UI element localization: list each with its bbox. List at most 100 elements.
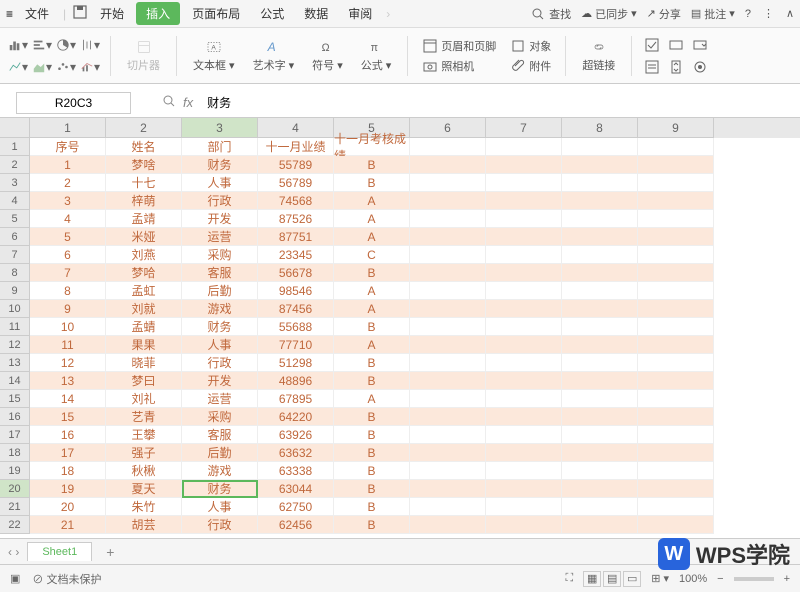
- cell[interactable]: 64220: [258, 408, 334, 426]
- cell[interactable]: 12: [30, 354, 106, 372]
- cell[interactable]: [638, 246, 714, 264]
- cell[interactable]: 74568: [258, 192, 334, 210]
- cell[interactable]: [638, 174, 714, 192]
- cell[interactable]: [486, 444, 562, 462]
- cell[interactable]: 67895: [258, 390, 334, 408]
- cell[interactable]: 人事: [182, 498, 258, 516]
- cell[interactable]: [486, 336, 562, 354]
- cell[interactable]: 16: [30, 426, 106, 444]
- cell[interactable]: 梦曰: [106, 372, 182, 390]
- row-header[interactable]: 20: [0, 480, 30, 498]
- combo-control-icon[interactable]: [690, 35, 710, 55]
- zoom-out-button[interactable]: −: [717, 573, 723, 585]
- cell[interactable]: 后勤: [182, 444, 258, 462]
- cell[interactable]: [410, 516, 486, 534]
- cell[interactable]: 5: [30, 228, 106, 246]
- sheet-nav[interactable]: ‹ ›: [8, 545, 19, 559]
- cell[interactable]: 后勤: [182, 282, 258, 300]
- column-header[interactable]: 2: [106, 118, 182, 138]
- cell[interactable]: [410, 462, 486, 480]
- cell[interactable]: 87751: [258, 228, 334, 246]
- row-header[interactable]: 13: [0, 354, 30, 372]
- cell[interactable]: [410, 282, 486, 300]
- cell[interactable]: [638, 138, 714, 156]
- cell[interactable]: [638, 354, 714, 372]
- cell[interactable]: 刘礼: [106, 390, 182, 408]
- cell[interactable]: 王攀: [106, 426, 182, 444]
- cell[interactable]: B: [334, 498, 410, 516]
- cell[interactable]: 运营: [182, 390, 258, 408]
- cell[interactable]: [410, 192, 486, 210]
- cell[interactable]: 游戏: [182, 300, 258, 318]
- cell[interactable]: [562, 246, 638, 264]
- cell[interactable]: [410, 228, 486, 246]
- cell[interactable]: 51298: [258, 354, 334, 372]
- cell[interactable]: 3: [30, 192, 106, 210]
- cell[interactable]: 63632: [258, 444, 334, 462]
- sheet-tab[interactable]: Sheet1: [27, 542, 92, 561]
- cell[interactable]: [486, 372, 562, 390]
- cell[interactable]: 客服: [182, 426, 258, 444]
- cell[interactable]: [486, 246, 562, 264]
- cell[interactable]: 刘就: [106, 300, 182, 318]
- cell[interactable]: [562, 264, 638, 282]
- cell[interactable]: [410, 174, 486, 192]
- text-control-icon[interactable]: [666, 35, 686, 55]
- cell[interactable]: [486, 408, 562, 426]
- cell[interactable]: [562, 192, 638, 210]
- cell[interactable]: 米娅: [106, 228, 182, 246]
- cell[interactable]: [562, 300, 638, 318]
- cell[interactable]: 行政: [182, 516, 258, 534]
- cell[interactable]: [638, 516, 714, 534]
- cell[interactable]: [410, 336, 486, 354]
- cell[interactable]: [638, 462, 714, 480]
- tab-insert[interactable]: 插入: [136, 2, 180, 25]
- cell[interactable]: B: [334, 354, 410, 372]
- cell[interactable]: [410, 408, 486, 426]
- cell[interactable]: [410, 264, 486, 282]
- cell[interactable]: 21: [30, 516, 106, 534]
- cell[interactable]: 8: [30, 282, 106, 300]
- cell[interactable]: [638, 390, 714, 408]
- cell[interactable]: 梦啥: [106, 156, 182, 174]
- cell[interactable]: [410, 156, 486, 174]
- cell[interactable]: 胡芸: [106, 516, 182, 534]
- cell[interactable]: [638, 300, 714, 318]
- column-header[interactable]: 9: [638, 118, 714, 138]
- camera-button[interactable]: 照相机: [418, 57, 500, 75]
- cell[interactable]: 62456: [258, 516, 334, 534]
- cell[interactable]: B: [334, 462, 410, 480]
- cell[interactable]: [638, 444, 714, 462]
- wordart-button[interactable]: A 艺术字 ▾: [247, 37, 301, 75]
- column-header[interactable]: 4: [258, 118, 334, 138]
- cell[interactable]: 19: [30, 480, 106, 498]
- chevron-right-icon[interactable]: ›: [386, 7, 390, 21]
- cell[interactable]: 98546: [258, 282, 334, 300]
- cell[interactable]: 63926: [258, 426, 334, 444]
- row-header[interactable]: 5: [0, 210, 30, 228]
- cell[interactable]: [486, 462, 562, 480]
- cell[interactable]: [410, 444, 486, 462]
- row-header[interactable]: 8: [0, 264, 30, 282]
- cell[interactable]: [410, 426, 486, 444]
- symbol-button[interactable]: Ω 符号 ▾: [306, 37, 349, 75]
- pie-chart-icon[interactable]: ▾: [56, 35, 76, 55]
- stock-chart-icon[interactable]: ▾: [80, 35, 100, 55]
- cell[interactable]: B: [334, 264, 410, 282]
- cell[interactable]: A: [334, 192, 410, 210]
- fx-icon[interactable]: fx: [183, 95, 193, 110]
- cell[interactable]: [562, 336, 638, 354]
- cell[interactable]: [486, 426, 562, 444]
- cell[interactable]: A: [334, 210, 410, 228]
- cell[interactable]: [638, 336, 714, 354]
- cell[interactable]: 果果: [106, 336, 182, 354]
- cell[interactable]: 62750: [258, 498, 334, 516]
- cell[interactable]: B: [334, 444, 410, 462]
- cell[interactable]: [638, 264, 714, 282]
- header-footer-button[interactable]: 页眉和页脚: [418, 37, 500, 55]
- cell[interactable]: B: [334, 408, 410, 426]
- cell[interactable]: 56678: [258, 264, 334, 282]
- cell[interactable]: [486, 192, 562, 210]
- tab-layout[interactable]: 页面布局: [184, 3, 248, 24]
- cell[interactable]: [486, 390, 562, 408]
